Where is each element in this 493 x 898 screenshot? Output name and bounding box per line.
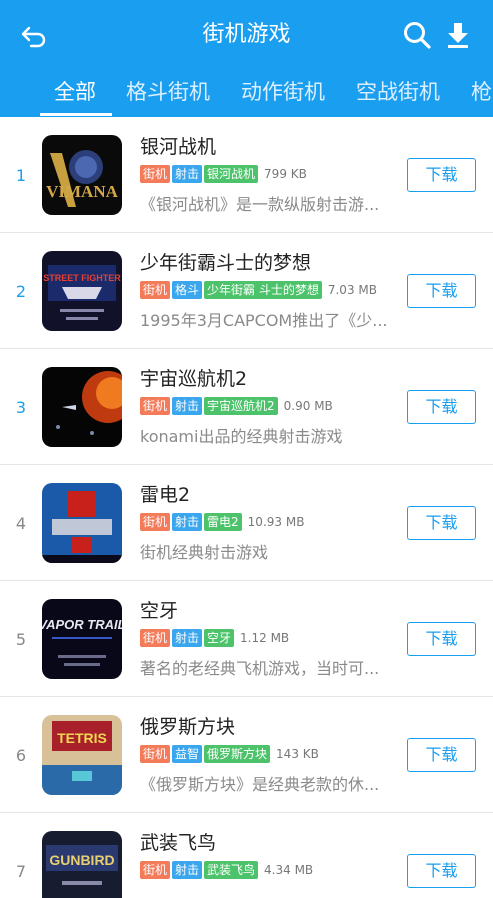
tab-all[interactable]: 全部 — [54, 76, 96, 108]
category-tabs: 全部 格斗街机 动作街机 空战街机 枪 — [0, 74, 493, 117]
file-size: 4.34 MB — [264, 863, 314, 877]
game-name: 雷电2 — [140, 484, 191, 506]
rank-number: 1 — [15, 166, 27, 185]
gradius-cover-icon — [42, 367, 122, 447]
list-item[interactable]: 7 GUNBIRD 武装飞鸟 街机 射击 武装飞鸟 4.34 MB 下载 — [0, 813, 493, 898]
category-tag: 街机 — [140, 745, 171, 763]
active-tab-indicator — [40, 113, 112, 116]
rank-number: 7 — [15, 862, 27, 881]
game-description: 《俄罗斯方块》是经典老款的休... — [140, 775, 380, 794]
rank-number: 2 — [15, 282, 27, 301]
genre-tag: 格斗 — [172, 281, 203, 299]
keyword-tag: 武装飞鸟 — [204, 861, 259, 879]
game-description: 著名的老经典飞机游戏，当时可... — [140, 659, 380, 678]
game-tags: 街机 射击 雷电2 10.93 MB — [140, 513, 304, 533]
tab-fighting[interactable]: 格斗街机 — [126, 76, 210, 108]
rank-number: 6 — [15, 746, 27, 765]
keyword-tag: 俄罗斯方块 — [204, 745, 271, 763]
tetris-cover-icon: TETRIS — [42, 715, 122, 795]
svg-text:GUNBIRD: GUNBIRD — [49, 852, 114, 868]
game-name: 武装飞鸟 — [140, 832, 217, 854]
download-button[interactable]: 下载 — [407, 390, 476, 424]
game-description: konami出品的经典射击游戏 — [140, 427, 343, 446]
game-tags: 街机 益智 俄罗斯方块 143 KB — [140, 745, 319, 765]
svg-text:TETRIS: TETRIS — [57, 730, 107, 746]
game-description: 《银河战机》是一款纵版射击游... — [140, 195, 380, 214]
game-name: 少年街霸斗士的梦想 — [140, 252, 312, 274]
rank-number: 5 — [15, 630, 27, 649]
category-tag: 街机 — [140, 513, 171, 531]
gunbird-cover-icon: GUNBIRD — [42, 831, 122, 898]
category-tag: 街机 — [140, 629, 171, 647]
keyword-tag: 空牙 — [204, 629, 235, 647]
game-description: 1995年3月CAPCOM推出了《少... — [140, 311, 388, 330]
category-tag: 街机 — [140, 397, 171, 415]
list-item[interactable]: 4 雷电2 街机 射击 雷电2 10.93 MB 街机经典射击游戏 下载 — [0, 465, 493, 581]
rank-number: 4 — [15, 514, 27, 533]
game-list: 1 VIMANA 银河战机 街机 射击 银河战机 799 KB 《银河战机》是一款纵版… — [0, 117, 493, 898]
file-size: 1.12 MB — [240, 631, 290, 645]
file-size: 7.03 MB — [327, 283, 377, 297]
tab-gun[interactable]: 枪 — [471, 76, 492, 108]
game-name: 俄罗斯方块 — [140, 716, 236, 738]
game-description: 街机经典射击游戏 — [140, 543, 269, 562]
genre-tag: 射击 — [172, 165, 203, 183]
app-header: 街机游戏 全部 格斗街机 动作街机 空战街机 枪 — [0, 0, 493, 117]
keyword-tag: 银河战机 — [204, 165, 259, 183]
file-size: 799 KB — [264, 167, 307, 181]
list-item[interactable]: 2 STREET FIGHTER 少年街霸斗士的梦想 街机 格斗 少年街霸 斗士的梦… — [0, 233, 493, 349]
download-icon[interactable] — [444, 20, 472, 50]
download-button[interactable]: 下载 — [407, 622, 476, 656]
list-item[interactable]: 3 宇宙巡航机2 街机 射击 宇宙巡航机2 0.90 MB konami出品的经典射击… — [0, 349, 493, 465]
game-tags: 街机 射击 宇宙巡航机2 0.90 MB — [140, 397, 333, 417]
keyword-tag: 少年街霸 斗士的梦想 — [204, 281, 322, 299]
download-button[interactable]: 下载 — [407, 274, 476, 308]
file-size: 10.93 MB — [247, 515, 305, 529]
file-size: 0.90 MB — [283, 399, 333, 413]
list-item[interactable]: 1 VIMANA 银河战机 街机 射击 银河战机 799 KB 《银河战机》是一款纵版… — [0, 117, 493, 233]
list-item[interactable]: 5 VAPOR TRAIL 空牙 街机 射击 空牙 1.12 MB 著名的老经典飞机游… — [0, 581, 493, 697]
game-name: 空牙 — [140, 600, 179, 622]
download-button[interactable]: 下载 — [407, 854, 476, 888]
category-tag: 街机 — [140, 165, 171, 183]
tab-air-combat[interactable]: 空战街机 — [356, 76, 440, 108]
file-size: 143 KB — [276, 747, 319, 761]
download-button[interactable]: 下载 — [407, 738, 476, 772]
vapor-trail-cover-icon: VAPOR TRAIL — [42, 599, 122, 679]
search-icon[interactable] — [402, 20, 432, 50]
game-tags: 街机 射击 空牙 1.12 MB — [140, 629, 289, 649]
street-fighter-cover-icon: STREET FIGHTER — [42, 251, 122, 331]
keyword-tag: 宇宙巡航机2 — [204, 397, 278, 415]
genre-tag: 射击 — [172, 629, 203, 647]
genre-tag: 射击 — [172, 513, 203, 531]
genre-tag: 射击 — [172, 861, 203, 879]
game-name: 宇宙巡航机2 — [140, 368, 248, 390]
raiden-cover-icon — [42, 483, 122, 563]
svg-text:VIMANA: VIMANA — [46, 182, 118, 201]
vimana-cover-icon: VIMANA — [42, 135, 122, 215]
keyword-tag: 雷电2 — [204, 513, 242, 531]
rank-number: 3 — [15, 398, 27, 417]
svg-text:VAPOR TRAIL: VAPOR TRAIL — [42, 617, 122, 632]
game-tags: 街机 射击 武装飞鸟 4.34 MB — [140, 861, 313, 881]
list-item[interactable]: 6 TETRIS 俄罗斯方块 街机 益智 俄罗斯方块 143 KB 《俄罗斯方块》是经… — [0, 697, 493, 813]
genre-tag: 益智 — [172, 745, 203, 763]
tab-action[interactable]: 动作街机 — [241, 76, 325, 108]
category-tag: 街机 — [140, 861, 171, 879]
svg-text:STREET FIGHTER: STREET FIGHTER — [43, 273, 121, 283]
download-button[interactable]: 下载 — [407, 158, 476, 192]
game-tags: 街机 格斗 少年街霸 斗士的梦想 7.03 MB — [140, 281, 377, 301]
game-name: 银河战机 — [140, 136, 217, 158]
download-button[interactable]: 下载 — [407, 506, 476, 540]
genre-tag: 射击 — [172, 397, 203, 415]
category-tag: 街机 — [140, 281, 171, 299]
game-tags: 街机 射击 银河战机 799 KB — [140, 165, 307, 185]
